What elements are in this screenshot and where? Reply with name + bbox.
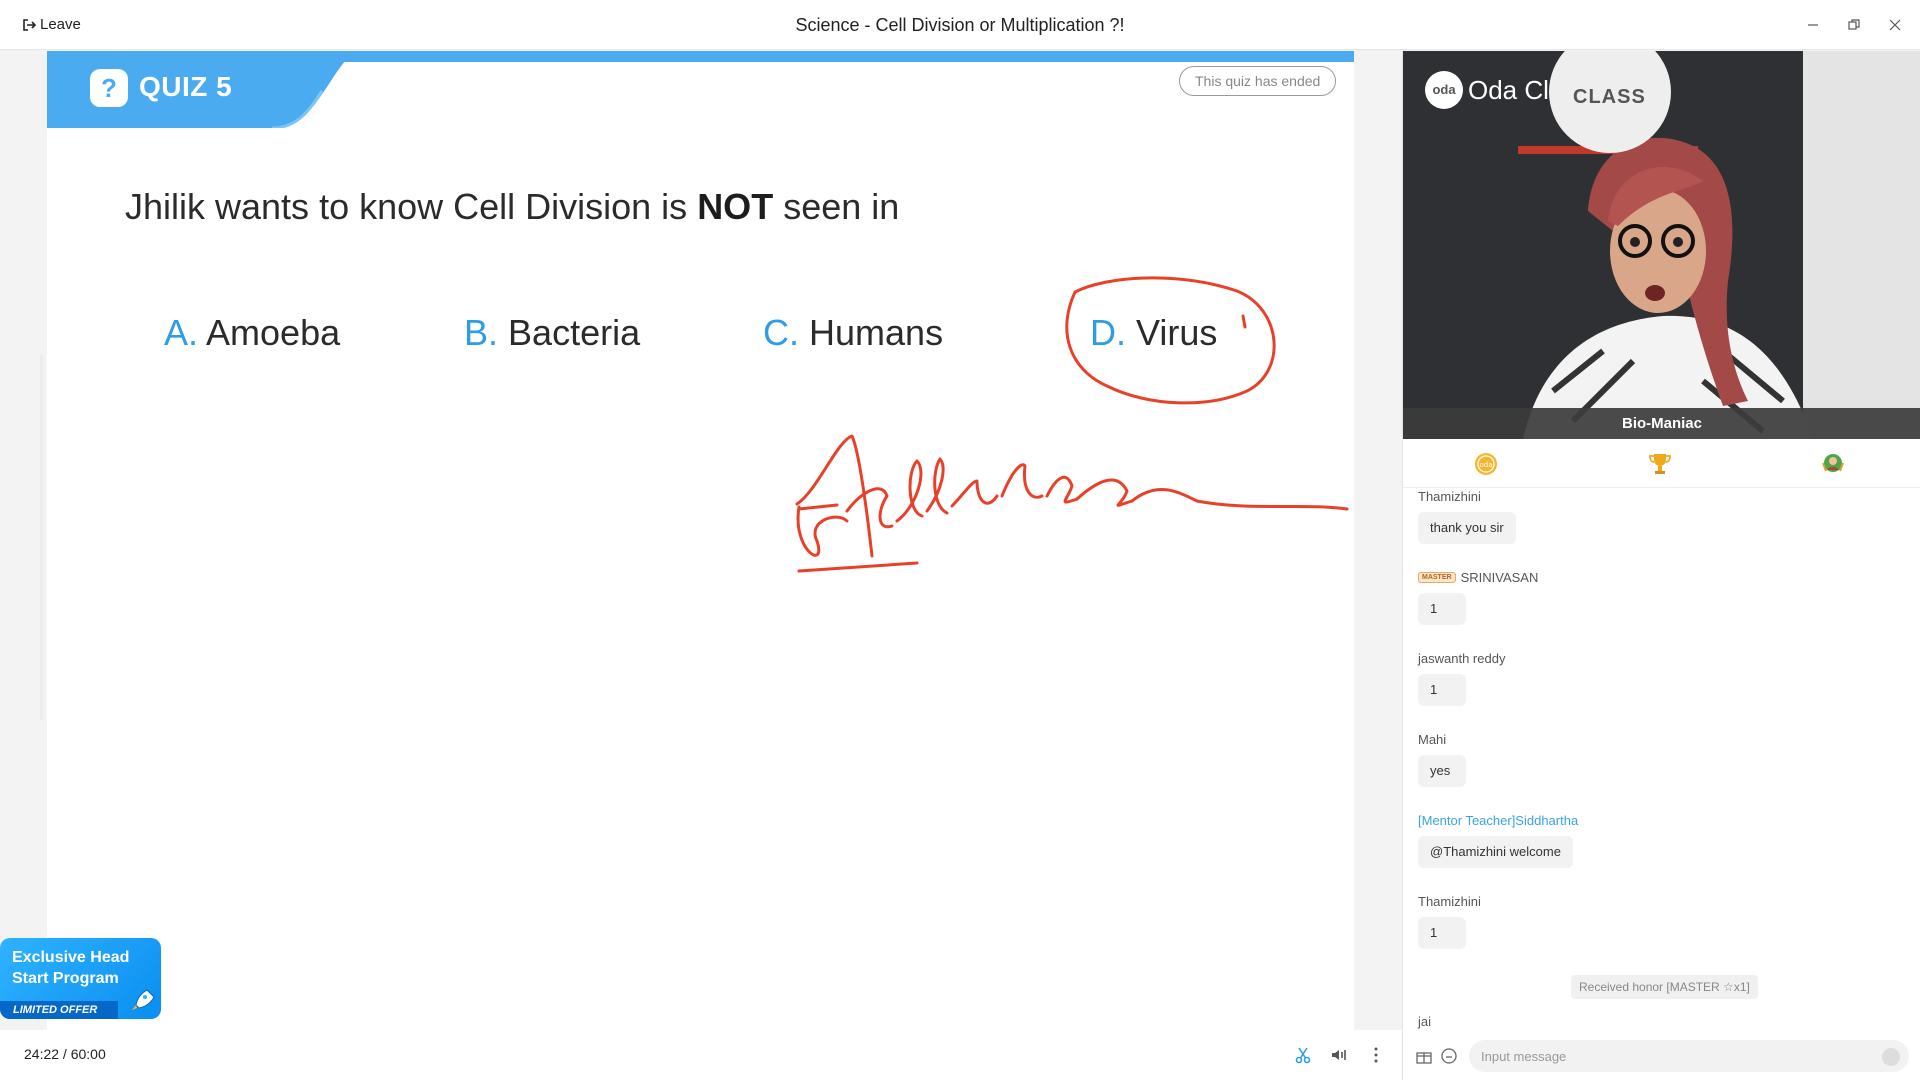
oda-logo-mark: oda — [1425, 71, 1463, 109]
scissors-button[interactable] — [1292, 1044, 1314, 1066]
question-text: Jhilik wants to know Cell Division is NO… — [125, 186, 900, 227]
rocket-icon — [132, 989, 155, 1010]
chat-sender: Mahi — [1418, 731, 1447, 747]
option-text: Humans — [809, 312, 944, 353]
gift-icon[interactable] — [1415, 1047, 1433, 1065]
option-b[interactable]: B. Bacteria — [464, 312, 640, 354]
chat-input[interactable] — [1469, 1040, 1909, 1072]
option-letter: C. — [763, 312, 799, 353]
option-letter: D. — [1090, 312, 1126, 353]
chat-sender: [Mentor Teacher]Siddhartha — [1418, 812, 1579, 828]
chat-input-bar — [1403, 1032, 1920, 1080]
chat-bubble: 1 — [1418, 674, 1466, 706]
chat-message: [Mentor Teacher]Siddhartha @Thamizhini w… — [1418, 812, 1578, 868]
option-text: Amoeba — [206, 312, 341, 353]
chat-message: jai — [1418, 1013, 1431, 1029]
tab-award-icon[interactable] — [1820, 451, 1846, 477]
more-options-button[interactable] — [1365, 1044, 1387, 1066]
emoji-icon[interactable] — [1440, 1047, 1458, 1065]
quiz-status-badge: This quiz has ended — [1179, 66, 1337, 96]
close-button[interactable] — [1886, 16, 1904, 34]
promo-offer-badge: LIMITED OFFER — [0, 1001, 118, 1019]
side-handle — [40, 355, 47, 720]
oda-logo-text: Oda Cl — [1468, 74, 1549, 105]
chat-bubble: 1 — [1418, 917, 1466, 949]
quiz-slide: ? QUIZ 5 This quiz has ended Jhilik want… — [47, 51, 1354, 1030]
chat-sender: Thamizhini — [1418, 488, 1481, 504]
presenter-name: Bio-Maniac — [1403, 408, 1920, 439]
option-d[interactable]: D. Virus — [1090, 312, 1217, 354]
chat-sender: Thamizhini — [1418, 893, 1481, 909]
option-text: Bacteria — [508, 312, 641, 353]
chat-list: Thamizhini thank you sir MASTER SRINIVASA… — [1403, 488, 1920, 1032]
more-vertical-icon — [1374, 1047, 1378, 1063]
minimize-icon — [1808, 24, 1818, 26]
promo-banner[interactable]: Exclusive Head Start Program LIMITED OFF… — [0, 938, 161, 1019]
chat-message: Thamizhini 1 — [1418, 893, 1481, 949]
chat-sender: SRINIVASAN — [1460, 569, 1539, 585]
chat-message: jaswanth reddy 1 — [1418, 650, 1505, 706]
svg-text:oda: oda — [1479, 461, 1492, 469]
panel-tabs: oda — [1403, 439, 1920, 488]
title-bar: Leave Science - Cell Division or Multipl… — [0, 0, 1920, 50]
class-timer: 24:22 / 60:00 — [24, 1046, 106, 1062]
send-icon[interactable] — [1882, 1048, 1900, 1066]
chat-message: Mahi yes — [1418, 731, 1466, 787]
window-title: Science - Cell Division or Multiplicatio… — [795, 15, 1125, 35]
option-c[interactable]: C. Humans — [763, 312, 943, 354]
promo-title: Exclusive Head Start Program — [12, 949, 130, 987]
chat-bubble: yes — [1418, 755, 1466, 787]
restore-button[interactable] — [1845, 16, 1863, 34]
master-badge: MASTER — [1418, 571, 1456, 583]
tab-coin-icon[interactable]: oda — [1473, 451, 1499, 477]
chat-message: MASTER SRINIVASAN 1 — [1418, 569, 1538, 625]
chat-message: Thamizhini thank you sir — [1418, 488, 1516, 544]
volume-button[interactable] — [1328, 1044, 1350, 1066]
tab-trophy-icon[interactable] — [1647, 451, 1673, 477]
volume-icon — [1332, 1050, 1346, 1060]
chat-bubble: @Thamizhini welcome — [1418, 836, 1573, 868]
close-icon — [1889, 19, 1901, 31]
question-mark-icon: ? — [90, 69, 128, 107]
chat-sender: jaswanth reddy — [1418, 650, 1506, 666]
quiz-header: ? QUIZ 5 — [47, 51, 357, 128]
option-text: Virus — [1136, 312, 1218, 353]
presenter-video: CLASS oda Oda Cl Bio-Maniac — [1403, 51, 1920, 439]
chat-bubble: 1 — [1418, 593, 1466, 625]
chat-bubble: thank you sir — [1418, 512, 1516, 544]
right-panel: CLASS oda Oda Cl Bio-Maniac oda Thamizhi… — [1402, 51, 1920, 1080]
chat-sender: jai — [1418, 1013, 1432, 1029]
option-a[interactable]: A. Amoeba — [164, 312, 340, 354]
scissors-icon — [1295, 1047, 1311, 1064]
minimize-button[interactable] — [1804, 16, 1822, 34]
honor-notice: Received honor [MASTER ☆x1] — [1571, 975, 1758, 999]
quiz-label: QUIZ 5 — [139, 71, 233, 102]
option-letter: B. — [464, 312, 499, 353]
bottom-toolbar: 24:22 / 60:00 — [0, 1030, 1402, 1080]
restore-icon — [1848, 19, 1860, 30]
oda-logo: oda Oda Cl — [1425, 71, 1549, 109]
option-letter: A. — [164, 312, 199, 353]
banner-text: CLASS — [1573, 86, 1646, 108]
